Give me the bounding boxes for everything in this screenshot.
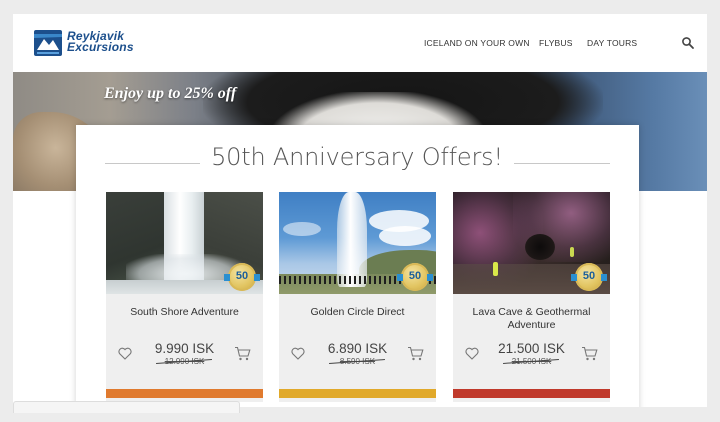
- heart-icon[interactable]: [118, 347, 132, 360]
- offer-price: 9.990 ISK: [154, 341, 215, 356]
- heart-icon[interactable]: [465, 347, 479, 360]
- offer-card-lava-cave[interactable]: 50 Lava Cave & Geothermal Adventure 21.5…: [453, 192, 610, 402]
- badge-text: 50: [582, 270, 596, 282]
- image-cave-tunnel: [525, 234, 555, 260]
- offer-image-waterfall[interactable]: 50: [106, 192, 263, 294]
- title-rule-right: [514, 163, 610, 164]
- image-person: [570, 247, 574, 257]
- logo-mark-icon: [34, 30, 62, 56]
- badge-text: 50: [408, 270, 422, 282]
- nav-flybus[interactable]: FLYBUS: [539, 38, 573, 50]
- nav-day-tours[interactable]: DAY TOURS: [587, 38, 637, 50]
- cart-icon[interactable]: [581, 346, 598, 361]
- image-geyser-steam: [337, 192, 367, 287]
- offers-title: 50th Anniversary Offers!: [211, 143, 503, 171]
- anniversary-badge-icon: 50: [224, 263, 260, 291]
- offer-color-bar: [106, 389, 263, 398]
- offer-name[interactable]: South Shore Adventure: [114, 306, 255, 319]
- image-person: [493, 262, 498, 276]
- offer-price: 21.500 ISK: [498, 341, 565, 356]
- heart-icon[interactable]: [291, 347, 305, 360]
- hero-tagline: Enjoy up to 25% off: [104, 85, 237, 102]
- cart-icon[interactable]: [407, 346, 424, 361]
- page: Reykjavik Excursions ICELAND ON YOUR OWN…: [13, 14, 707, 407]
- site-logo[interactable]: Reykjavik Excursions: [34, 30, 144, 58]
- offers-panel: 50th Anniversary Offers! 50 South Shore …: [76, 125, 639, 407]
- offer-price: 6.890 ISK: [327, 341, 388, 356]
- offer-image-lava-cave[interactable]: 50: [453, 192, 610, 294]
- image-cloud: [283, 222, 321, 236]
- offer-card-south-shore[interactable]: 50 South Shore Adventure 9.990 ISK 12.99…: [106, 192, 263, 402]
- badge-text: 50: [235, 270, 249, 282]
- offer-name[interactable]: Lava Cave & Geothermal Adventure: [461, 306, 602, 332]
- logo-line2: Excursions: [67, 40, 134, 54]
- browser-status-bar: [13, 401, 240, 413]
- offer-image-geyser[interactable]: 50: [279, 192, 436, 294]
- title-rule-left: [105, 163, 200, 164]
- site-header: Reykjavik Excursions ICELAND ON YOUR OWN…: [13, 14, 707, 72]
- search-icon[interactable]: [681, 36, 695, 50]
- anniversary-badge-icon: 50: [571, 263, 607, 291]
- logo-text: Reykjavik Excursions: [67, 30, 134, 54]
- offer-color-bar: [453, 389, 610, 398]
- nav-iceland-on-your-own[interactable]: ICELAND ON YOUR OWN: [424, 38, 530, 50]
- offer-color-bar: [279, 389, 436, 398]
- offers-title-row: 50th Anniversary Offers!: [76, 143, 639, 173]
- offer-card-golden-circle[interactable]: 50 Golden Circle Direct 6.890 ISK 8.590 …: [279, 192, 436, 402]
- cart-icon[interactable]: [234, 346, 251, 361]
- offer-name[interactable]: Golden Circle Direct: [287, 306, 428, 319]
- anniversary-badge-icon: 50: [397, 263, 433, 291]
- image-cloud: [379, 226, 431, 246]
